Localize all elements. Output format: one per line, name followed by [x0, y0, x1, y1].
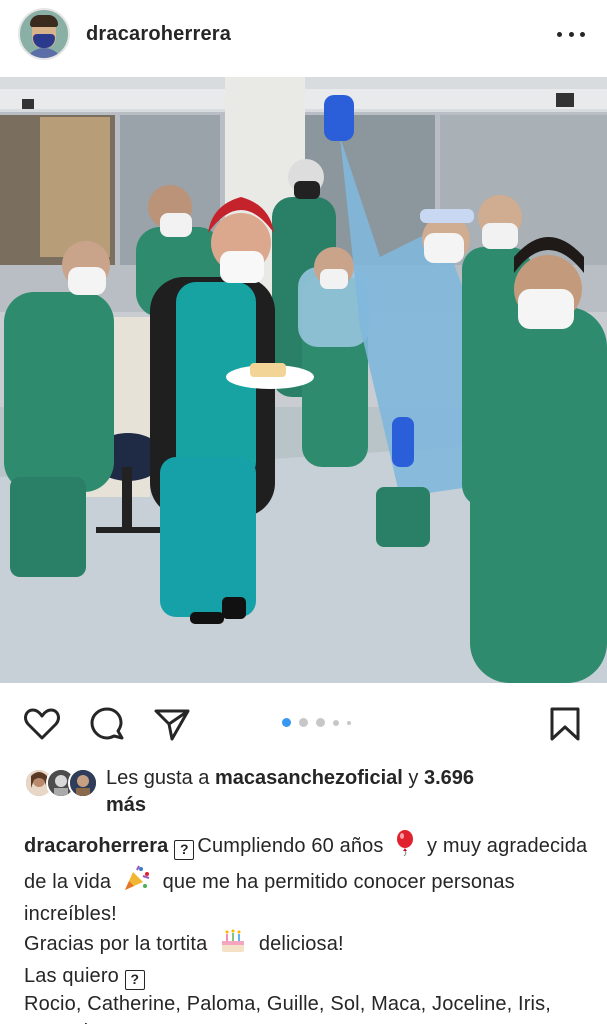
unknown-glyph: ?	[124, 970, 145, 990]
liker-avatars[interactable]	[24, 768, 98, 798]
heart-icon[interactable]	[22, 704, 62, 744]
party-popper-emoji	[123, 864, 151, 900]
likes-prefix: Les gusta a	[106, 767, 215, 789]
likes-middle: y	[402, 767, 424, 789]
liker-username[interactable]: macasanchezoficial	[215, 767, 403, 789]
comment-icon[interactable]	[87, 704, 127, 744]
caption-text: deliciosa!	[258, 933, 344, 955]
post-username[interactable]: dracaroherrera	[86, 23, 231, 46]
caption-text: Rocio, Catherine, Paloma, Guille, Sol, M…	[24, 993, 551, 1024]
more-options-icon[interactable]	[557, 22, 585, 46]
likes-count[interactable]: 3.696	[424, 767, 474, 789]
liker-avatar[interactable]	[68, 768, 98, 798]
caption-text: Gracias por la tortita	[24, 933, 208, 955]
post-caption: dracaroherrera? Cumpliendo 60 años y muy …	[24, 830, 594, 1024]
carousel-indicator	[282, 718, 351, 727]
balloon-emoji	[395, 830, 415, 864]
caption-text: Las quiero	[24, 965, 119, 987]
carousel-dot[interactable]	[316, 718, 325, 727]
post-header: dracaroherrera	[0, 0, 607, 68]
carousel-dot[interactable]	[299, 718, 308, 727]
birthday-cake-emoji	[219, 928, 247, 962]
caption-username[interactable]: dracaroherrera	[24, 835, 168, 857]
post-photo[interactable]	[0, 77, 607, 683]
send-icon[interactable]	[152, 704, 192, 744]
carousel-dot[interactable]	[347, 720, 351, 725]
carousel-dot[interactable]	[333, 719, 339, 726]
likes-suffix[interactable]: más	[106, 794, 146, 816]
caption-text: Cumpliendo 60 años	[197, 835, 384, 857]
profile-avatar[interactable]	[18, 8, 70, 60]
likes-text: Les gusta a macasanchezoficial y 3.696 má…	[106, 765, 586, 819]
bookmark-icon[interactable]	[546, 704, 586, 744]
carousel-dot-active[interactable]	[282, 718, 291, 727]
unknown-glyph: ?	[174, 840, 195, 860]
